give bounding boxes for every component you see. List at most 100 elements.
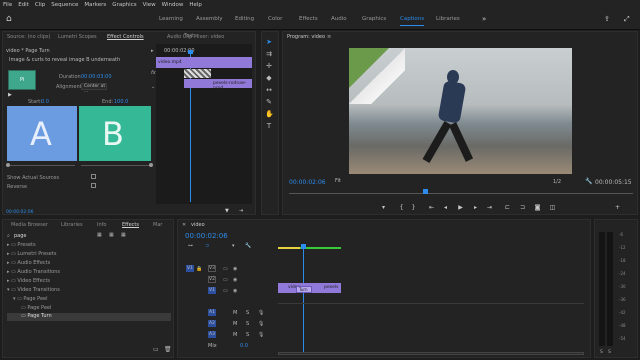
track-v1-label[interactable]: V1 [208,287,216,294]
extract-icon[interactable]: ⊐ [518,204,527,212]
timeline-timecode[interactable]: 00:00:02:06 [185,232,228,240]
mini-playhead-handle[interactable] [188,50,193,54]
menu-file[interactable]: File [3,2,12,8]
track-a1-label[interactable]: A1 [208,309,216,316]
export-icon[interactable]: ⇥ [239,208,243,214]
start-slider-handle[interactable] [6,163,10,167]
tree-item-video-transitions[interactable]: ▾ ▭ Video Transitions [7,287,60,293]
track-v2-sync-icon[interactable]: ▭ [223,277,228,283]
effect-controls-timecode[interactable]: 00:00:02:06 [6,210,33,215]
meter-solo-left[interactable]: S [600,350,603,355]
workspace-captions[interactable]: Captions [400,16,425,26]
timeline-playhead-handle[interactable] [301,244,306,249]
workspace-learning[interactable]: Learning [159,16,183,22]
meter-solo-right[interactable]: S [608,350,611,355]
hand-tool-icon[interactable]: ✋ [265,110,274,118]
mark-out-icon[interactable]: } [409,204,418,212]
mark-in-icon[interactable]: { [397,204,406,212]
type-tool-icon[interactable]: T [265,122,273,130]
slip-tool-icon[interactable]: ↔ [265,86,273,94]
program-playhead[interactable] [423,189,428,194]
menu-sequence[interactable]: Sequence [51,2,78,8]
panel-menu-icon[interactable]: ▸ [151,48,154,54]
program-video-frame[interactable] [349,48,572,174]
end-value[interactable]: 100.0 [114,99,128,105]
delete-icon[interactable]: 🗑 [164,346,172,353]
export-frame-icon[interactable]: ◙ [533,204,542,212]
track-a2-solo[interactable]: S [246,321,249,327]
track-a3-label[interactable]: A3 [208,331,216,338]
step-forward-icon[interactable]: ▸ [471,204,480,212]
track-select-icon[interactable]: ⇉ [265,50,273,58]
track-a3-solo[interactable]: S [246,332,249,338]
wrench-icon[interactable]: 🔧 [585,178,592,185]
menu-view[interactable]: View [143,2,156,8]
menu-help[interactable]: Help [189,2,202,8]
track-v2-eye-icon[interactable]: ◉ [233,277,237,283]
track-v3-lock-icon[interactable]: 🔒 [196,266,202,272]
transition-page-turn[interactable]: Turn [296,286,312,293]
more-workspaces-icon[interactable]: » [482,15,486,23]
program-scrub-bar[interactable] [289,193,633,194]
mini-clip-a[interactable]: video.mp4 [156,57,252,68]
step-back-icon[interactable]: ◂ [441,204,450,212]
start-slider[interactable] [7,165,75,166]
razor-icon[interactable]: ◆ [265,74,273,82]
work-area-bar[interactable] [278,247,341,249]
alignment-dropdown[interactable]: Center at ... [81,83,107,94]
track-v3-eye-icon[interactable]: ◉ [233,266,237,272]
tree-item-presets[interactable]: ▸ ▭ Presets [7,242,36,248]
home-icon[interactable]: ⌂ [6,14,12,24]
tree-item-audio-effects[interactable]: ▸ ▭ Audio Effects [7,260,50,266]
track-v1-eye-icon[interactable]: ◉ [233,288,237,294]
program-menu-icon[interactable]: ≡ [327,34,331,40]
tab-source[interactable]: Source: (no clips) [7,34,50,40]
go-to-out-icon[interactable]: ⇥ [485,204,494,212]
go-to-in-icon[interactable]: ⇤ [427,204,436,212]
share-icon[interactable]: ⇪ [604,15,610,23]
track-a3-mic-icon[interactable]: 🎙 [258,332,264,338]
snap-icon[interactable]: ⊶ [188,243,193,249]
linked-selection-icon[interactable]: ⊃ [205,243,209,249]
pen-tool-icon[interactable]: ✎ [265,98,273,106]
comparison-view-icon[interactable]: ◫ [548,204,557,212]
tab-media-browser[interactable]: Media Browser [11,222,48,228]
track-v3-label[interactable]: V3 [208,265,216,272]
track-v3-sync-icon[interactable]: ▭ [223,266,228,272]
show-sources-checkbox[interactable] [91,174,96,179]
tab-audio-clip-mixer[interactable]: Audio Clip Mixer: video [167,34,224,40]
add-button-icon[interactable]: + [613,204,622,212]
menu-edit[interactable]: Edit [18,2,29,8]
chevron-down-icon[interactable]: ⌄ [151,84,155,90]
menu-graphics[interactable]: Graphics [112,2,136,8]
new-bin-icon[interactable]: ▭ [153,346,159,353]
source-patch-v1[interactable]: V1 [186,265,194,272]
close-icon[interactable]: ✕ [182,222,186,228]
track-a1-mic-icon[interactable]: 🎙 [258,310,264,316]
workspace-libraries[interactable]: Libraries [436,16,460,22]
32bit-filter-icon[interactable]: ▦ [109,232,114,238]
menu-clip[interactable]: Clip [35,2,45,8]
track-a1-mute[interactable]: M [233,310,237,316]
add-marker-timeline-icon[interactable]: ▾ [232,243,235,249]
tab-info[interactable]: Info [97,222,106,228]
yuv-filter-icon[interactable]: ▦ [121,232,126,238]
workspace-editing[interactable]: Editing [235,16,254,22]
track-a1-solo[interactable]: S [246,310,249,316]
workspace-color[interactable]: Color [268,16,282,22]
tab-text[interactable]: Text [184,33,194,39]
tree-item-lumetri-presets[interactable]: ▸ ▭ Lumetri Presets [7,251,56,257]
menu-markers[interactable]: Markers [84,2,106,8]
sequence-tab[interactable]: video [191,222,205,228]
tab-effects[interactable]: Effects [122,222,139,228]
workspace-effects[interactable]: Effects [299,16,318,22]
track-a2-mic-icon[interactable]: 🎙 [258,321,264,327]
program-timecode[interactable]: 00:00:02:06 [289,179,326,186]
end-slider-handle[interactable] [149,163,153,167]
timeline-settings-icon[interactable]: 🔧 [245,243,251,249]
ripple-edit-icon[interactable]: ✛ [265,62,273,70]
tab-markers[interactable]: Mar [153,222,162,228]
tree-item-page-peel-folder[interactable]: ▾ ▭ Page Peel [13,296,48,302]
tree-item-page-turn[interactable]: ▭ Page Turn [7,313,171,321]
reverse-checkbox[interactable] [91,183,96,188]
